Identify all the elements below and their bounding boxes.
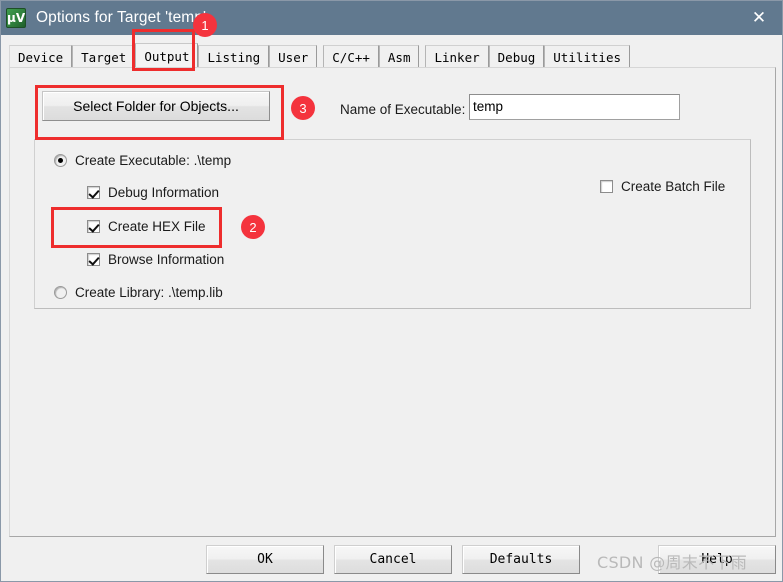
create-executable-label: Create Executable: .\temp <box>75 153 232 168</box>
debug-information-row[interactable]: Debug Information <box>87 185 219 200</box>
annotation-badge-2: 2 <box>241 215 265 239</box>
create-batch-file-checkbox[interactable] <box>600 180 613 193</box>
window-title: Options for Target 'temp' <box>36 9 207 26</box>
create-library-row[interactable]: Create Library: .\temp.lib <box>54 285 223 300</box>
tab-output[interactable]: Output <box>135 43 199 69</box>
ok-button[interactable]: OK <box>206 545 324 574</box>
select-folder-for-objects-button[interactable]: Select Folder for Objects... <box>42 91 270 121</box>
options-dialog: µV Options for Target 'temp' ✕ Device Ta… <box>0 0 783 582</box>
tab-strip: Device Target Output Listing User C/C++ … <box>9 43 631 69</box>
create-batch-file-row[interactable]: Create Batch File <box>600 179 725 194</box>
cancel-button[interactable]: Cancel <box>334 545 452 574</box>
create-executable-radio[interactable] <box>54 154 67 167</box>
debug-information-label: Debug Information <box>108 185 220 200</box>
tab-linker[interactable]: Linker <box>425 45 489 69</box>
create-library-label: Create Library: .\temp.lib <box>75 285 223 300</box>
create-batch-file-label: Create Batch File <box>621 179 726 194</box>
tab-target[interactable]: Target <box>72 45 136 69</box>
tab-user[interactable]: User <box>269 45 318 69</box>
create-library-radio[interactable] <box>54 286 67 299</box>
annotation-badge-3: 3 <box>291 96 315 120</box>
browse-information-checkbox[interactable] <box>87 253 100 266</box>
create-executable-row[interactable]: Create Executable: .\temp <box>54 153 231 168</box>
tab-listing[interactable]: Listing <box>198 45 270 69</box>
annotation-badge-1: 1 <box>193 13 217 37</box>
output-options-group: Create Executable: .\temp Debug Informat… <box>34 139 751 309</box>
keil-uvision-icon: µV <box>6 8 26 28</box>
defaults-button[interactable]: Defaults <box>462 545 580 574</box>
title-bar: µV Options for Target 'temp' ✕ <box>1 1 782 35</box>
uvision-glyph: µV <box>7 11 26 25</box>
name-of-executable-label: Name of Executable: <box>340 102 466 117</box>
debug-information-checkbox[interactable] <box>87 186 100 199</box>
name-of-executable-input[interactable]: temp <box>469 94 680 120</box>
help-button[interactable]: Help <box>658 545 776 574</box>
tab-debug[interactable]: Debug <box>488 45 545 69</box>
tab-utilities[interactable]: Utilities <box>544 45 631 69</box>
create-hex-file-row[interactable]: Create HEX File <box>87 219 206 234</box>
create-hex-file-label: Create HEX File <box>108 219 206 234</box>
browse-information-label: Browse Information <box>108 252 225 267</box>
tab-device[interactable]: Device <box>9 45 73 69</box>
close-icon[interactable]: ✕ <box>736 1 782 35</box>
create-hex-file-checkbox[interactable] <box>87 220 100 233</box>
tab-asm[interactable]: Asm <box>378 45 420 69</box>
browse-information-row[interactable]: Browse Information <box>87 252 224 267</box>
tab-c-cpp[interactable]: C/C++ <box>323 45 379 69</box>
